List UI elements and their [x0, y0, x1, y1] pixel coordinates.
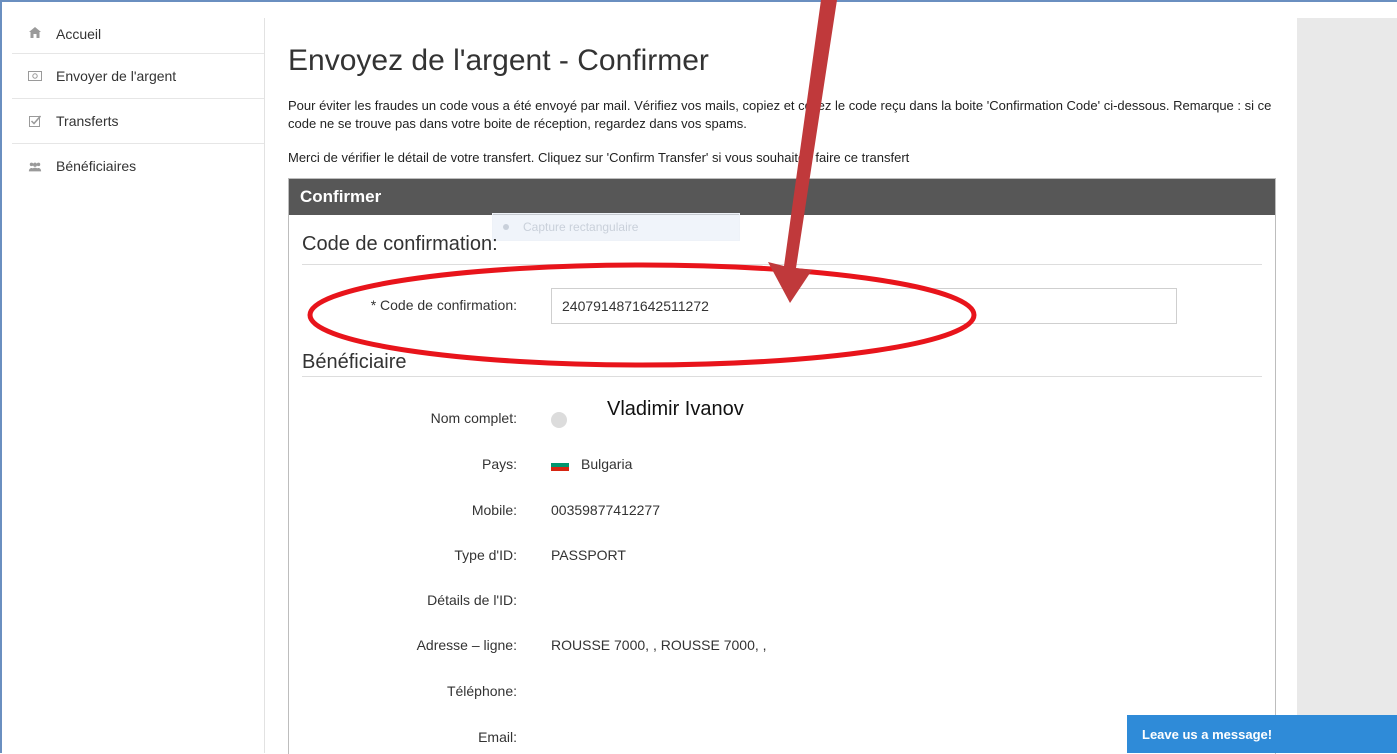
window-top-border	[0, 0, 1397, 2]
sidebar-item-label: Bénéficiaires	[56, 158, 137, 174]
field-row: Nom complet: Vladimir Ivanov	[289, 398, 1275, 430]
page-title: Envoyez de l'argent - Confirmer	[288, 44, 709, 77]
field-row: Détails de l'ID:	[289, 592, 1275, 612]
sidebar-item-transferts[interactable]: Transferts	[12, 99, 264, 144]
field-label: Adresse – ligne:	[416, 637, 517, 653]
capture-label: Capture rectangulaire	[523, 220, 639, 234]
sidebar-item-envoyer[interactable]: Envoyer de l'argent	[12, 54, 264, 99]
sidebar-item-label: Envoyer de l'argent	[56, 68, 177, 84]
checkbox-icon	[28, 115, 42, 127]
field-label: Type d'ID:	[454, 547, 517, 563]
field-row: Pays: Bulgaria	[289, 456, 1275, 476]
country-name: Bulgaria	[581, 456, 633, 472]
sidebar-item-accueil[interactable]: Accueil	[12, 18, 264, 54]
verify-text: Merci de vérifier le détail de votre tra…	[288, 150, 910, 165]
beneficiary-name: Vladimir Ivanov	[607, 398, 744, 420]
country-value: Bulgaria	[551, 456, 632, 472]
field-label: Détails de l'ID:	[427, 592, 517, 608]
confirm-panel: Confirmer Capture rectangulaire Code de …	[288, 178, 1276, 754]
right-gutter	[1297, 18, 1397, 753]
field-label: Mobile:	[471, 502, 517, 518]
sidebar-item-label: Accueil	[56, 26, 102, 42]
beneficiary-section-title: Bénéficiaire	[302, 351, 407, 373]
field-value: 00359877412277	[551, 502, 661, 518]
capture-dot-icon	[503, 224, 509, 230]
section-divider	[302, 376, 1262, 377]
intro-text: Pour éviter les fraudes un code vous a é…	[288, 98, 1272, 131]
field-row: Type d'ID: PASSPORT	[289, 547, 1275, 567]
field-label: Pays:	[481, 456, 517, 472]
sidebar-item-label: Transferts	[56, 113, 119, 129]
leave-message-button[interactable]: Leave us a message!	[1127, 715, 1397, 753]
home-icon	[28, 26, 42, 38]
code-section-title: Code de confirmation:	[302, 233, 498, 255]
capture-overlay: Capture rectangulaire	[492, 213, 740, 241]
user-avatar-icon	[551, 412, 567, 429]
code-label: * Code de confirmation:	[370, 297, 517, 313]
field-row: Téléphone:	[289, 683, 1275, 703]
section-divider	[302, 264, 1262, 265]
money-icon	[28, 70, 42, 82]
bulgaria-flag-icon	[551, 459, 569, 472]
field-row: Mobile: 00359877412277	[289, 502, 1275, 522]
field-value: PASSPORT	[551, 547, 626, 563]
field-value: ROUSSE 7000, , ROUSSE 7000, ,	[551, 637, 767, 653]
field-label: Téléphone:	[446, 683, 517, 699]
sidebar-item-beneficiaires[interactable]: Bénéficiaires	[12, 144, 264, 188]
field-label: Nom complet:	[430, 410, 517, 426]
sidebar: Accueil Envoyer de l'argent Transferts B…	[12, 18, 265, 753]
confirmation-code-input[interactable]	[551, 288, 1177, 324]
users-icon	[28, 160, 42, 172]
field-row: Adresse – ligne: ROUSSE 7000, , ROUSSE 7…	[289, 637, 1275, 657]
panel-header: Confirmer	[289, 179, 1275, 215]
avatar	[551, 411, 567, 429]
window-left-border	[0, 0, 2, 753]
field-label: Email:	[478, 729, 517, 745]
